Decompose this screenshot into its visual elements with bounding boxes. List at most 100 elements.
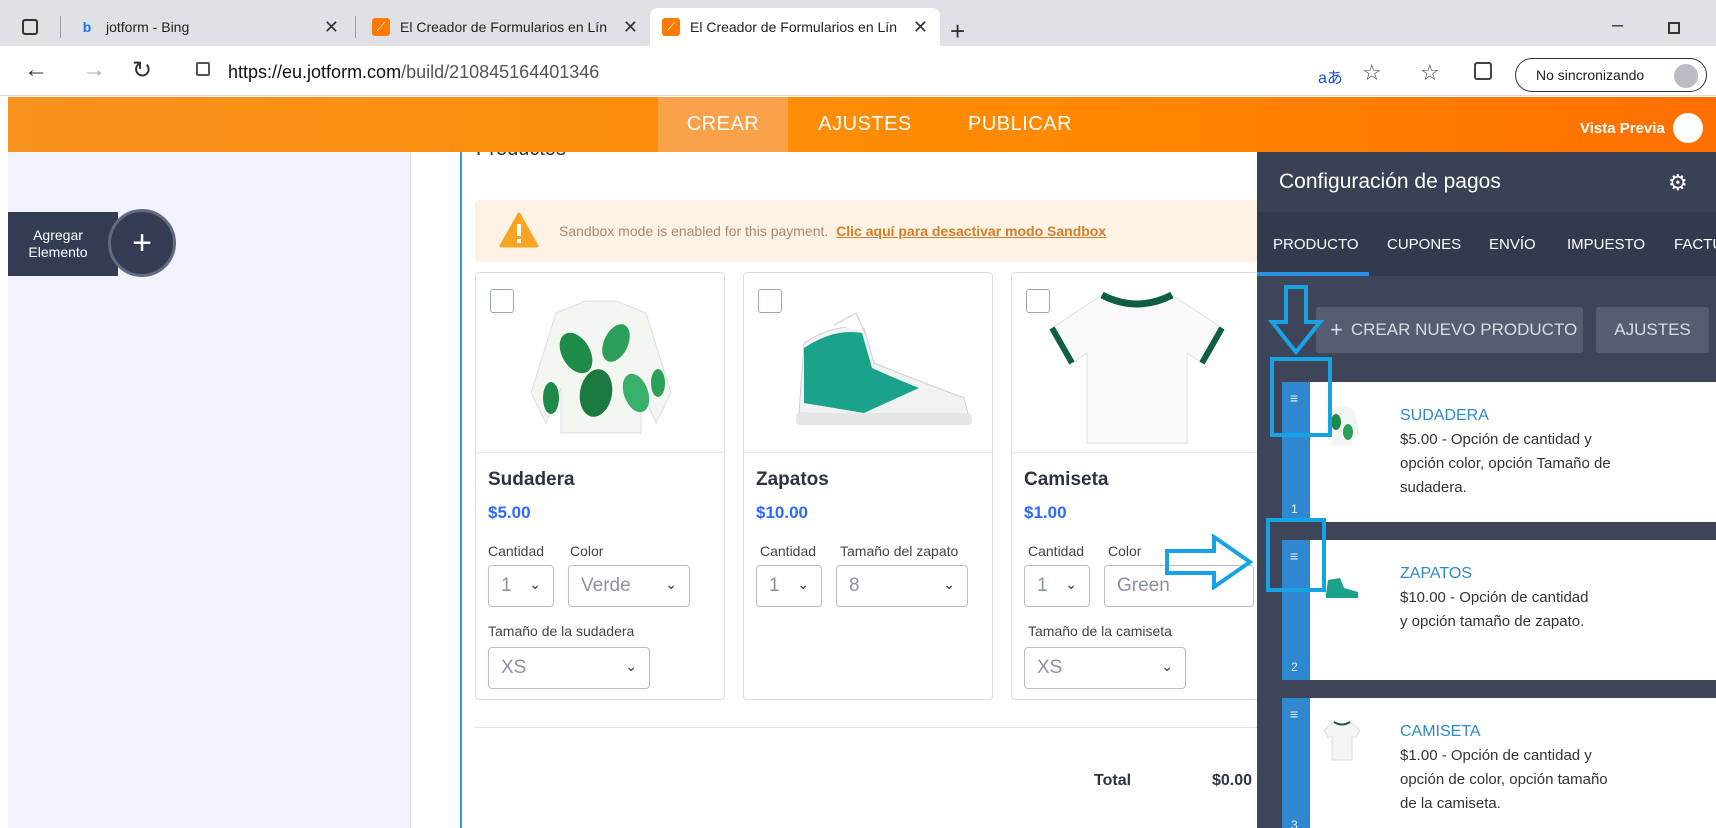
tab-separator xyxy=(60,16,61,38)
product-price: $10.00 xyxy=(756,503,808,522)
size-select[interactable]: XS ⌄ xyxy=(488,647,650,689)
product-name: Sudadera xyxy=(488,469,575,490)
item-number: 2 xyxy=(1291,660,1298,674)
right-arrow-icon xyxy=(1165,534,1254,590)
item-description: $1.00 - Opción de cantidad y opción de c… xyxy=(1400,747,1608,812)
tab-cupones[interactable]: CUPONES xyxy=(1387,236,1461,253)
sync-button[interactable]: No sincronizando xyxy=(1515,58,1707,92)
add-element-button[interactable]: Agregar Elemento xyxy=(8,212,118,276)
toggle-knob xyxy=(1672,113,1703,143)
tab-producto[interactable]: PRODUCTO xyxy=(1273,236,1359,253)
close-icon[interactable]: ✕ xyxy=(623,17,638,38)
size-label: Tamaño de la camiseta xyxy=(1028,623,1172,639)
tab-envio[interactable]: ENVÍO xyxy=(1489,236,1536,253)
quantity-select[interactable]: 1 ⌄ xyxy=(488,565,554,607)
quantity-label: Cantidad xyxy=(760,543,817,559)
divider xyxy=(475,727,1265,728)
chevron-down-icon: ⌄ xyxy=(1065,576,1077,592)
tab-actions-icon[interactable] xyxy=(22,19,38,35)
size-label: Tamaño de la sudadera xyxy=(488,623,635,639)
disable-sandbox-link[interactable]: Clic aquí para desactivar modo Sandbox xyxy=(836,223,1106,239)
forward-icon[interactable]: → xyxy=(82,56,106,84)
tab-impuesto[interactable]: IMPUESTO xyxy=(1567,236,1645,253)
quantity-select[interactable]: 1 ⌄ xyxy=(756,565,822,607)
back-icon[interactable]: ← xyxy=(24,56,48,84)
tab-publicar[interactable]: PUBLICAR xyxy=(960,97,1080,152)
chevron-down-icon: ⌄ xyxy=(665,576,677,592)
plus-icon[interactable]: + xyxy=(108,209,176,277)
tab-factura[interactable]: FACTU xyxy=(1674,236,1716,253)
tshirt-thumbnail xyxy=(1323,721,1361,761)
favorites-add-icon[interactable]: ☆ xyxy=(1362,60,1382,86)
item-title[interactable]: CAMISETA xyxy=(1400,723,1481,741)
product-checkbox[interactable] xyxy=(1026,289,1050,313)
minimize-icon[interactable]: – xyxy=(1612,14,1623,37)
create-product-button[interactable]: + CREAR NUEVO PRODUCTO xyxy=(1316,307,1583,353)
add-element-line2: Elemento xyxy=(28,244,88,260)
reload-icon[interactable]: ↻ xyxy=(132,56,152,85)
url-field[interactable]: https://eu.jotform.com/build/21084516440… xyxy=(228,62,599,83)
color-value: Verde xyxy=(581,575,631,596)
sandbox-message: Sandbox mode is enabled for this payment… xyxy=(559,223,829,239)
drag-handle[interactable]: ≡ 3 xyxy=(1282,698,1310,828)
close-icon[interactable]: ✕ xyxy=(324,17,339,38)
quantity-value: 1 xyxy=(501,575,512,596)
product-checkbox[interactable] xyxy=(758,289,782,313)
item-description: $10.00 - Opción de cantidad y opción tam… xyxy=(1400,589,1589,630)
size-select[interactable]: XS ⌄ xyxy=(1024,647,1186,689)
tab-ajustes[interactable]: AJUSTES xyxy=(810,97,920,152)
warning-icon xyxy=(499,212,539,250)
item-title[interactable]: SUDADERA xyxy=(1400,407,1489,425)
product-card-zapatos[interactable]: Zapatos $10.00 Cantidad Tamaño del zapat… xyxy=(743,272,993,700)
tab-title: El Creador de Formularios en Lín xyxy=(690,19,897,35)
gear-icon[interactable]: ⚙ xyxy=(1668,170,1688,196)
restore-icon[interactable] xyxy=(1668,22,1680,34)
browser-tab-strip: b jotform - Bing ✕ ⟋ El Creador de Formu… xyxy=(0,0,1716,46)
item-title[interactable]: ZAPATOS xyxy=(1400,565,1472,583)
product-checkbox[interactable] xyxy=(490,289,514,313)
tab-bing[interactable]: b jotform - Bing ✕ xyxy=(66,8,351,46)
total-label: Total xyxy=(1094,772,1132,789)
color-select[interactable]: Verde ⌄ xyxy=(568,565,690,607)
translate-icon[interactable]: aあ xyxy=(1318,64,1343,88)
chevron-down-icon: ⌄ xyxy=(797,576,809,592)
shoe-size-value: 8 xyxy=(849,575,860,596)
product-price: $5.00 xyxy=(488,503,531,522)
color-label: Color xyxy=(1108,543,1142,559)
total-value: $0.00 xyxy=(1212,772,1253,789)
sync-label: No sincronizando xyxy=(1536,67,1645,83)
url-path: /build/210845164401346 xyxy=(401,62,600,82)
quantity-label: Cantidad xyxy=(1028,543,1085,559)
tab-title: El Creador de Formularios en Lín xyxy=(400,19,607,35)
size-value: XS xyxy=(1037,657,1063,678)
preview-label: Vista Previa xyxy=(1580,119,1665,137)
product-card-sudadera[interactable]: Sudadera $5.00 Cantidad Color 1 ⌄ Verde ⌄ … xyxy=(475,272,725,700)
color-label: Color xyxy=(570,543,604,559)
down-arrow-icon xyxy=(1268,285,1324,356)
chevron-down-icon: ⌄ xyxy=(625,658,637,674)
form-selection-line xyxy=(460,152,462,828)
close-icon[interactable]: ✕ xyxy=(913,17,928,38)
sandbox-banner: Sandbox mode is enabled for this payment… xyxy=(475,200,1265,262)
shoe-size-select[interactable]: 8 ⌄ xyxy=(836,565,968,607)
avatar xyxy=(1674,64,1698,88)
quantity-select[interactable]: 1 ⌄ xyxy=(1024,565,1090,607)
plus-icon: + xyxy=(1330,317,1343,342)
tab-jotform-2[interactable]: ⟋ El Creador de Formularios en Lín ✕ xyxy=(650,8,940,46)
color-value: Green xyxy=(1117,575,1170,596)
chevron-down-icon: ⌄ xyxy=(1161,658,1173,674)
tab-jotform-1[interactable]: ⟋ El Creador de Formularios en Lín ✕ xyxy=(360,8,650,46)
tab-crear[interactable]: CREAR xyxy=(658,97,788,152)
quantity-label: Cantidad xyxy=(488,543,545,559)
favorites-icon[interactable]: ☆ xyxy=(1420,60,1440,86)
url-host: https://eu.jotform.com xyxy=(228,62,402,82)
size-value: XS xyxy=(501,657,527,678)
new-tab-icon[interactable]: + xyxy=(950,16,965,47)
menu-icon: ≡ xyxy=(1290,706,1299,722)
preview-toggle[interactable]: Vista Previa xyxy=(1580,113,1703,143)
product-card-camiseta[interactable]: Camiseta $1.00 Cantidad Color 1 ⌄ Green T… xyxy=(1011,272,1261,700)
collections-icon[interactable] xyxy=(1474,62,1492,80)
settings-button[interactable]: AJUSTES xyxy=(1596,307,1709,353)
lock-icon[interactable] xyxy=(196,62,210,76)
panel-title: Configuración de pagos xyxy=(1257,152,1716,212)
